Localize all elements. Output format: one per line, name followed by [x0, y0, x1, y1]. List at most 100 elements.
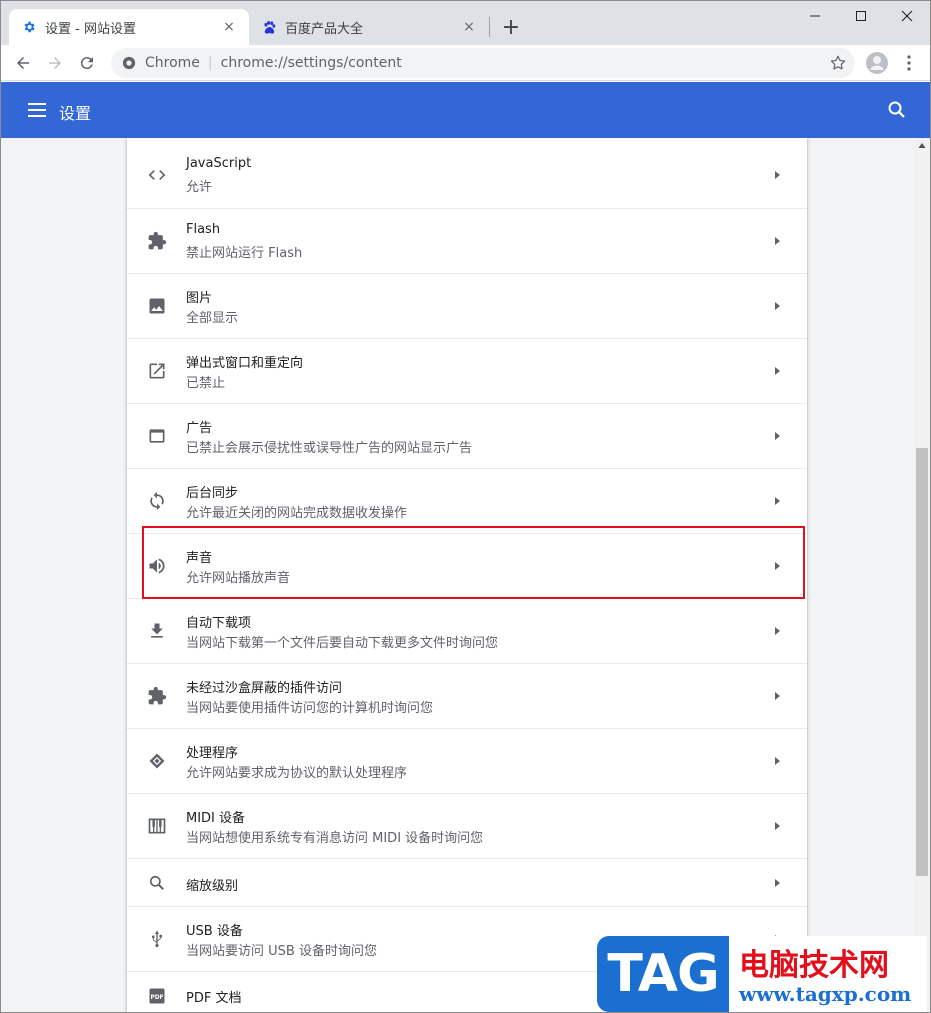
download-icon [147, 621, 167, 641]
svg-text:PDF: PDF [150, 995, 163, 1001]
profile-avatar-icon[interactable] [865, 51, 889, 75]
minimize-icon [810, 15, 820, 17]
arrow-right-icon [775, 627, 780, 635]
puzzle-icon [147, 686, 167, 706]
arrow-back-icon [17, 57, 29, 69]
row-auto-downloads[interactable]: 自动下载项 当网站下载第一个文件后要自动下载更多文件时询问您 [127, 598, 807, 663]
hamburger-menu-icon[interactable] [25, 98, 49, 122]
image-icon [147, 296, 167, 316]
row-title: MIDI 设备 [186, 811, 246, 826]
tab-title: 百度产品大全 [285, 21, 364, 37]
maximize-icon [856, 11, 866, 21]
row-zoom-levels[interactable]: 缩放级别 [127, 858, 807, 906]
new-tab-button[interactable]: + [499, 15, 523, 40]
watermark-text-panel: 电脑技术网 www.tagxp.com [729, 936, 927, 1012]
watermark-logo: TAG [597, 936, 729, 1012]
arrow-right-icon [775, 302, 780, 310]
row-subtitle: 当网站要访问 USB 设备时询问您 [186, 944, 377, 959]
row-images[interactable]: 图片 全部显示 [127, 273, 807, 338]
row-popups[interactable]: 弹出式窗口和重定向 已禁止 [127, 338, 807, 403]
puzzle-icon [147, 231, 167, 251]
row-unsandboxed-plugins[interactable]: 未经过沙盒屏蔽的插件访问 当网站要使用插件访问您的计算机时询问您 [127, 663, 807, 728]
scroll-up-arrow-icon[interactable] [918, 142, 926, 150]
vertical-scrollbar[interactable] [914, 138, 930, 1012]
tab-strip: 设置 - 网站设置 × 百度产品大全 × + [1, 1, 930, 45]
row-handlers[interactable]: 处理程序 允许网站要求成为协议的默认处理程序 [127, 728, 807, 793]
pdf-icon: PDF [147, 986, 167, 1006]
usb-icon [147, 929, 167, 949]
arrow-right-icon [775, 757, 780, 765]
arrow-right-icon [775, 822, 780, 830]
forward-button[interactable] [41, 49, 69, 77]
row-subtitle: 已禁止会展示侵扰性或误导性广告的网站显示广告 [186, 441, 473, 456]
gear-icon [21, 19, 37, 35]
zoom-icon [147, 873, 167, 893]
row-title: 广告 [186, 421, 213, 436]
tab-settings[interactable]: 设置 - 网站设置 × [9, 9, 249, 45]
page-title: 设置 [59, 104, 92, 123]
search-icon[interactable] [885, 98, 909, 122]
watermark-brand: 电脑技术网 [739, 948, 889, 983]
browser-window: 设置 - 网站设置 × 百度产品大全 × + Chrome | chrome:/… [0, 0, 931, 1013]
sync-icon [147, 491, 167, 511]
minimize-button[interactable] [792, 1, 838, 31]
web-asset-icon [147, 426, 167, 446]
scrollbar-thumb[interactable] [916, 448, 928, 876]
row-subtitle: 全部显示 [186, 311, 239, 326]
row-subtitle: 允许网站要求成为协议的默认处理程序 [186, 766, 408, 781]
row-title: 缩放级别 [186, 879, 239, 894]
settings-header: 设置 [1, 82, 930, 138]
row-title: 后台同步 [186, 486, 239, 501]
browser-toolbar: Chrome | chrome://settings/content [1, 45, 930, 81]
omnibox[interactable]: Chrome | chrome://settings/content [111, 48, 855, 78]
maximize-button[interactable] [838, 1, 884, 31]
window-close-button[interactable] [884, 1, 930, 31]
site-watermark: TAG 电脑技术网 www.tagxp.com [597, 936, 927, 1012]
omnibox-url[interactable]: chrome://settings/content [221, 55, 402, 71]
row-title: 弹出式窗口和重定向 [186, 356, 304, 371]
arrow-right-icon [775, 237, 780, 245]
protocol-handler-icon [147, 751, 167, 771]
more-menu-button[interactable] [899, 51, 919, 75]
more-vert-icon [907, 55, 911, 71]
omnibox-site-label: Chrome [145, 55, 200, 71]
row-title: 自动下载项 [186, 616, 252, 631]
arrow-right-icon [775, 171, 780, 179]
row-title: 处理程序 [186, 746, 239, 761]
row-ads[interactable]: 广告 已禁止会展示侵扰性或误导性广告的网站显示广告 [127, 403, 807, 468]
row-javascript[interactable]: JavaScript 允许 [127, 143, 807, 208]
highlight-box [142, 526, 805, 599]
row-background-sync[interactable]: 后台同步 允许最近关闭的网站完成数据收发操作 [127, 468, 807, 533]
row-title: USB 设备 [186, 924, 243, 939]
row-title: JavaScript [186, 156, 252, 171]
arrow-right-icon [775, 367, 780, 375]
row-subtitle: 已禁止 [186, 376, 226, 391]
row-midi-devices[interactable]: MIDI 设备 当网站想使用系统专有消息访问 MIDI 设备时询问您 [127, 793, 807, 858]
back-button[interactable] [9, 49, 37, 77]
watermark-url: www.tagxp.com [739, 982, 912, 1006]
row-title: PDF 文档 [186, 991, 242, 1006]
row-title: 未经过沙盒屏蔽的插件访问 [186, 681, 343, 696]
row-subtitle: 允许最近关闭的网站完成数据收发操作 [186, 506, 408, 521]
close-icon[interactable]: × [461, 19, 477, 35]
row-flash[interactable]: Flash 禁止网站运行 Flash [127, 208, 807, 273]
code-icon [147, 165, 167, 185]
tab-title: 设置 - 网站设置 [45, 21, 136, 37]
row-title: 图片 [186, 291, 213, 306]
row-subtitle: 当网站要使用插件访问您的计算机时询问您 [186, 701, 434, 716]
reload-icon [80, 57, 93, 70]
tab-separator [489, 17, 490, 37]
close-icon[interactable]: × [221, 19, 237, 35]
omnibox-separator: | [207, 55, 213, 71]
tab-baidu-products[interactable]: 百度产品大全 × [249, 9, 489, 45]
arrow-right-icon [775, 879, 780, 887]
bookmark-star-icon[interactable] [829, 54, 847, 72]
row-subtitle: 当网站想使用系统专有消息访问 MIDI 设备时询问您 [186, 831, 484, 846]
reload-button[interactable] [73, 49, 101, 77]
arrow-forward-icon [49, 57, 61, 69]
arrow-right-icon [775, 692, 780, 700]
row-subtitle: 允许 [186, 180, 213, 195]
chrome-site-icon [121, 55, 137, 71]
open-in-new-icon [147, 361, 167, 381]
row-title: Flash [186, 222, 221, 237]
